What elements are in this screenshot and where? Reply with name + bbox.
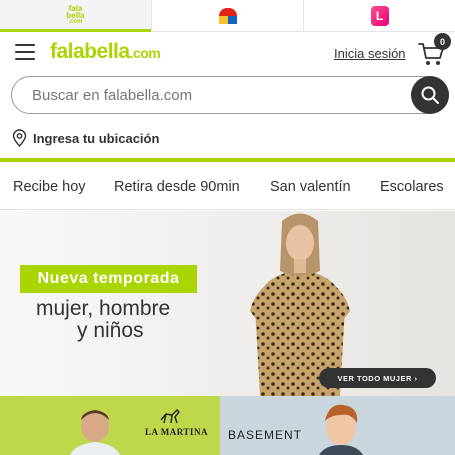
hero-banner[interactable]: Nueva temporada mujer, hombre y niños VE… xyxy=(0,211,455,396)
tab-sodimac[interactable] xyxy=(151,0,303,31)
banner-badge: Nueva temporada xyxy=(20,265,197,293)
search-button[interactable] xyxy=(411,76,449,114)
location-pin-icon xyxy=(12,129,27,147)
location-selector[interactable]: Ingresa tu ubicación xyxy=(12,129,159,147)
tab-falabella[interactable]: fala bella .com xyxy=(0,0,151,32)
search-input[interactable] xyxy=(32,85,402,105)
category-nav: Recibe hoy Retira desde 90min San valent… xyxy=(0,162,455,210)
header: falabella.com Inicia sesión xyxy=(0,32,455,74)
basement-logo: BASEMENT xyxy=(228,428,303,442)
la-martina-logo: LA MARTINA xyxy=(145,427,208,437)
model-boy-image xyxy=(319,404,363,455)
category-retira-90min[interactable]: Retira desde 90min xyxy=(114,179,240,195)
category-recibe-hoy[interactable]: Recibe hoy xyxy=(13,179,86,195)
search-icon xyxy=(421,86,439,104)
banner-headline-line1: mujer, hombre xyxy=(36,297,171,320)
menu-icon[interactable] xyxy=(15,44,35,60)
model-man-image xyxy=(70,410,120,455)
falabella-logo[interactable]: falabella.com xyxy=(50,40,161,64)
login-link[interactable]: Inicia sesión xyxy=(334,46,406,61)
category-san-valentin[interactable]: San valentín xyxy=(270,179,351,195)
promo-tile-basement[interactable]: BASEMENT xyxy=(220,396,455,455)
linio-logo-icon: L xyxy=(370,5,389,26)
search-bar xyxy=(11,76,449,114)
falabella-small-logo: fala bella .com xyxy=(66,4,85,26)
banner-headline-line2: y niños xyxy=(77,319,144,342)
location-label: Ingresa tu ubicación xyxy=(33,130,160,146)
sodimac-logo-icon xyxy=(217,7,239,24)
cart-count-badge: 0 xyxy=(434,33,451,50)
tab-linio[interactable]: L xyxy=(303,0,455,31)
promo-tile-la-martina[interactable]: LA MARTINA xyxy=(0,396,220,455)
brand-tabs: fala bella .com L xyxy=(0,0,455,32)
polo-horse-logo-icon xyxy=(160,409,180,424)
ver-todo-mujer-button[interactable]: VER TODO MUJER › xyxy=(319,368,436,388)
category-escolares[interactable]: Escolares xyxy=(380,179,444,195)
